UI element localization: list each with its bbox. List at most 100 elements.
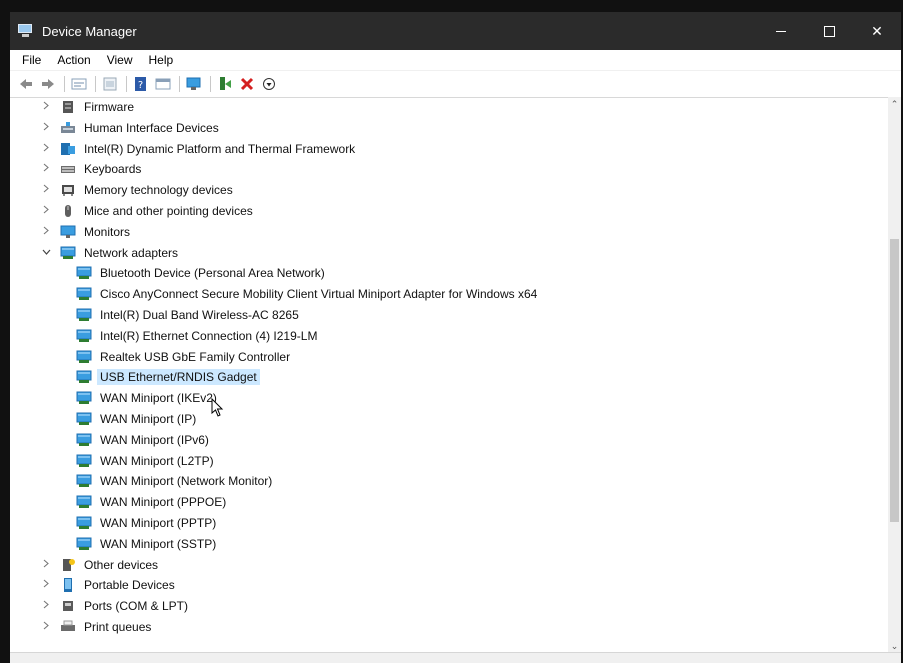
- tree-item-label: USB Ethernet/RNDIS Gadget: [97, 369, 260, 386]
- tree-item-device[interactable]: WAN Miniport (IKEv2): [68, 388, 220, 408]
- tree-item-label: WAN Miniport (SSTP): [100, 536, 217, 551]
- scrollbar-thumb[interactable]: [890, 239, 899, 522]
- tree-item-category[interactable]: Other devices: [40, 555, 161, 575]
- minimize-button[interactable]: [757, 12, 805, 50]
- tree-item-device[interactable]: Bluetooth Device (Personal Area Network): [68, 263, 328, 283]
- expand-chevron-icon[interactable]: [40, 101, 52, 113]
- tree-item-category[interactable]: Monitors: [40, 222, 133, 242]
- expand-chevron-icon[interactable]: [40, 205, 52, 217]
- disable-icon: [263, 78, 275, 90]
- mouse-cursor-icon: [211, 398, 224, 417]
- keyboard-icon: [60, 162, 76, 176]
- expand-chevron-icon[interactable]: [40, 122, 52, 134]
- tree-item-label: Bluetooth Device (Personal Area Network): [100, 266, 325, 281]
- expand-chevron-icon[interactable]: [40, 163, 52, 175]
- tree-item-label: WAN Miniport (IP): [100, 412, 197, 426]
- back-icon: [20, 79, 32, 89]
- tree-item-label: Mice and other pointing devices: [84, 204, 253, 218]
- tree-item-category[interactable]: Intel(R) Dynamic Platform and Thermal Fr…: [40, 139, 358, 159]
- maximize-button[interactable]: [805, 12, 853, 50]
- menu-help[interactable]: Help: [141, 53, 182, 67]
- tree-item-device[interactable]: WAN Miniport (PPPOE): [68, 492, 229, 512]
- help-button[interactable]: ?: [131, 74, 151, 94]
- network-adapter-icon: [76, 537, 92, 551]
- tree-item-label: WAN Miniport (IPv6): [100, 432, 209, 447]
- tree-item-label: Other devices: [84, 557, 159, 572]
- tree-item-device[interactable]: WAN Miniport (L2TP): [68, 451, 217, 471]
- expand-chevron-icon[interactable]: [40, 559, 52, 571]
- network-adapter-icon: [76, 474, 92, 488]
- menu-action[interactable]: Action: [49, 53, 98, 67]
- expand-chevron-icon[interactable]: [40, 143, 52, 155]
- port-icon: [60, 599, 76, 613]
- tree-item-category[interactable]: Print queues: [40, 617, 154, 637]
- tree-item-label: Intel(R) Dual Band Wireless-AC 8265: [100, 308, 299, 322]
- view-icon: [103, 77, 117, 91]
- tree-item-device[interactable]: Intel(R) Dual Band Wireless-AC 8265: [68, 305, 302, 325]
- tree-item-label: Human Interface Devices: [84, 120, 219, 135]
- memory-icon: [60, 183, 76, 197]
- scan-hardware-button[interactable]: [184, 74, 204, 94]
- window-title: Device Manager: [42, 23, 137, 39]
- tree-item-device[interactable]: WAN Miniport (IPv6): [68, 430, 212, 450]
- tree-item-label: Cisco AnyConnect Secure Mobility Client …: [100, 287, 538, 302]
- back-button[interactable]: [16, 74, 36, 94]
- network-adapter-icon: [76, 391, 92, 405]
- tree-item-category[interactable]: Firmware: [40, 97, 137, 117]
- expand-chevron-icon[interactable]: [40, 621, 52, 633]
- update-driver-icon: [220, 77, 231, 90]
- tree-item-label: Keyboards: [84, 162, 142, 177]
- tree-item-device[interactable]: USB Ethernet/RNDIS Gadget: [68, 367, 260, 387]
- title-bar[interactable]: Device Manager ✕: [10, 12, 901, 50]
- other-devices-icon: [60, 558, 76, 572]
- printer-icon: [60, 620, 76, 634]
- tree-item-device[interactable]: WAN Miniport (IP): [68, 409, 199, 429]
- expand-chevron-icon[interactable]: [40, 579, 52, 591]
- scroll-down-arrow-icon[interactable]: ⌄: [888, 639, 901, 653]
- console-button[interactable]: [153, 74, 173, 94]
- menu-bar: File Action View Help: [10, 50, 901, 71]
- close-button[interactable]: ✕: [853, 12, 901, 50]
- network-adapter-icon: [76, 370, 92, 384]
- device-tree: Firmware Human Interface Devices Intel(R) …: [10, 97, 888, 653]
- expand-chevron-icon[interactable]: [40, 600, 52, 612]
- console-icon: [155, 78, 171, 90]
- tree-item-category[interactable]: Memory technology devices: [40, 180, 236, 200]
- network-adapter-icon: [76, 266, 92, 280]
- view-button[interactable]: [100, 74, 120, 94]
- expand-chevron-icon[interactable]: [40, 184, 52, 196]
- tree-item-device[interactable]: Realtek USB GbE Family Controller: [68, 347, 293, 367]
- vertical-scrollbar[interactable]: ⌃ ⌄: [888, 97, 901, 653]
- tree-item-category[interactable]: Ports (COM & LPT): [40, 596, 191, 616]
- disable-button[interactable]: [259, 74, 279, 94]
- expand-chevron-icon[interactable]: [40, 226, 52, 238]
- status-bar: [10, 652, 901, 663]
- forward-button[interactable]: [38, 74, 58, 94]
- scroll-up-arrow-icon[interactable]: ⌃: [888, 97, 901, 111]
- tree-item-device[interactable]: Intel(R) Ethernet Connection (4) I219-LM: [68, 326, 320, 346]
- network-adapter-icon: [76, 308, 92, 322]
- tree-item-device[interactable]: WAN Miniport (PPTP): [68, 513, 219, 533]
- tree-item-category[interactable]: Keyboards: [40, 159, 144, 179]
- tree-item-label: WAN Miniport (Network Monitor): [100, 474, 273, 489]
- tree-item-category[interactable]: Human Interface Devices: [40, 118, 222, 138]
- screenshot-frame: Device Manager ✕ File Action View Help ?…: [0, 0, 903, 663]
- network-adapter-icon: [76, 433, 92, 447]
- tree-item-label: Network adapters: [84, 245, 179, 260]
- tree-item-device[interactable]: Cisco AnyConnect Secure Mobility Client …: [68, 284, 540, 304]
- toolbar-separator: [95, 76, 96, 92]
- tree-item-category[interactable]: Portable Devices: [40, 575, 178, 595]
- properties-button[interactable]: [69, 74, 89, 94]
- tree-item-category[interactable]: Mice and other pointing devices: [40, 201, 256, 221]
- tree-item-device[interactable]: WAN Miniport (SSTP): [68, 534, 219, 554]
- update-driver-button[interactable]: [215, 74, 235, 94]
- collapse-chevron-icon[interactable]: [40, 247, 52, 258]
- tree-item-category[interactable]: Network adapters: [40, 243, 181, 263]
- tree-item-device[interactable]: WAN Miniport (Network Monitor): [68, 471, 275, 491]
- menu-view[interactable]: View: [99, 53, 141, 67]
- maximize-icon: [823, 25, 835, 37]
- tree-item-label: WAN Miniport (IKEv2): [100, 391, 217, 406]
- mouse-icon: [60, 204, 76, 218]
- uninstall-button[interactable]: [237, 74, 257, 94]
- menu-file[interactable]: File: [14, 53, 49, 67]
